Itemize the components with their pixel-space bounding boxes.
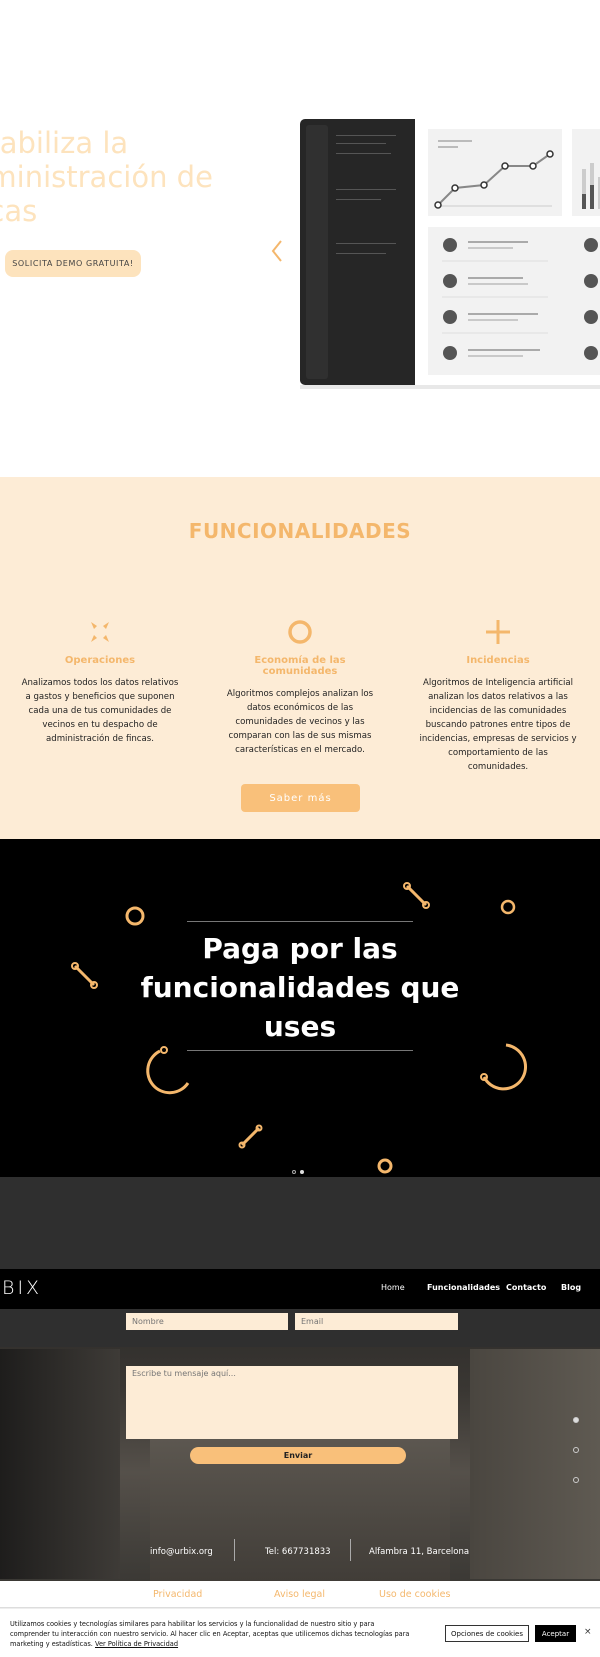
feature-description: Algoritmos de Inteligencia artificial an… xyxy=(419,678,577,772)
mockup-line-chart-card xyxy=(428,129,562,216)
footer-cookies-link[interactable]: Uso de cookies xyxy=(379,1589,450,1600)
feature-title: Operaciones xyxy=(64,655,136,666)
privacy-policy-link[interactable]: Ver Política de Privacidad xyxy=(95,1640,178,1648)
features-section: FUNCIONALIDADES Operaciones Analizamos t… xyxy=(0,477,600,839)
name-input[interactable] xyxy=(126,1313,288,1330)
cookie-message: Utilizamos cookies y tecnologías similar… xyxy=(10,1620,410,1648)
slide-dot[interactable] xyxy=(292,1170,296,1174)
line-chart-icon xyxy=(434,140,554,209)
close-icon[interactable]: × xyxy=(584,1627,592,1637)
feature-title: Economía de las comunidades xyxy=(254,655,346,677)
arc-decoration-icon xyxy=(480,1043,527,1091)
brand-logo[interactable]: BIX xyxy=(2,1277,42,1299)
contact-phone[interactable]: Tel: 667731833 xyxy=(265,1547,331,1557)
message-textarea[interactable] xyxy=(126,1366,458,1439)
feature-description: Algoritmos complejos analizan los datos … xyxy=(226,689,374,755)
ring-decoration-icon xyxy=(125,906,145,926)
request-demo-button[interactable]: SOLICITA DEMO GRATUITA! xyxy=(5,250,141,277)
divider-bottom xyxy=(187,1050,413,1051)
ring-icon xyxy=(288,620,312,644)
nav-contacto[interactable]: Contacto xyxy=(506,1283,546,1292)
slide-dot-active[interactable] xyxy=(300,1170,304,1174)
hero-section: ntabiliza la dministración de ncas SOLIC… xyxy=(0,0,600,477)
feature-title: Incidencias xyxy=(466,655,530,666)
slide-dots[interactable] xyxy=(292,1159,308,1177)
node-link-decoration-icon xyxy=(238,1124,263,1149)
scatter-x-icon xyxy=(91,622,109,642)
nav-home[interactable]: Home xyxy=(381,1283,405,1292)
mockup-sidebar xyxy=(300,119,415,385)
contact-section: Enviar info@urbix.org Tel: 667731833 Alf… xyxy=(0,1309,600,1581)
arc-decoration-icon xyxy=(146,1046,190,1095)
chevron-left-icon[interactable] xyxy=(270,238,284,264)
nav-blog[interactable]: Blog xyxy=(561,1283,581,1292)
list-rows-icon xyxy=(442,238,598,360)
cookie-banner: Utilizamos cookies y tecnologías similar… xyxy=(0,1608,600,1657)
dark-gray-band xyxy=(0,1177,600,1269)
features-title: FUNCIONALIDADES xyxy=(188,519,412,543)
section-dot-active[interactable] xyxy=(573,1417,579,1423)
feature-description: Analizamos todos los datos relativos a g… xyxy=(21,678,179,744)
footer-legal-link[interactable]: Aviso legal xyxy=(274,1589,325,1600)
email-input[interactable] xyxy=(295,1313,458,1330)
cookie-options-button[interactable]: Opciones de cookies xyxy=(445,1625,529,1642)
section-dot[interactable] xyxy=(573,1477,579,1483)
mockup-list-card xyxy=(428,227,600,375)
feature-incidencias: Incidencias Algoritmos de Inteligencia a… xyxy=(418,617,578,774)
divider-top xyxy=(187,921,413,922)
dashboard-mockup xyxy=(300,119,600,389)
feature-operaciones: Operaciones Analizamos todos los datos r… xyxy=(20,617,180,746)
plus-icon xyxy=(486,620,510,644)
bar-chart-icon xyxy=(582,163,600,209)
nav-funcionalidades[interactable]: Funcionalidades xyxy=(427,1283,500,1292)
learn-more-button[interactable]: Saber más xyxy=(241,784,360,812)
feature-economia: Economía de las comunidades Algoritmos c… xyxy=(220,617,380,757)
pricing-banner: Paga por las funcionalidades que uses xyxy=(0,839,600,1177)
footer-privacy-link[interactable]: Privacidad xyxy=(153,1589,202,1600)
cookie-text: Utilizamos cookies y tecnologías similar… xyxy=(10,1619,410,1649)
footer: Privacidad Aviso legal Uso de cookies xyxy=(0,1581,600,1608)
ring-decoration-icon xyxy=(377,1158,393,1174)
top-navigation: BIX Home Funcionalidades Contacto Blog xyxy=(0,1269,600,1309)
node-link-decoration-icon xyxy=(403,882,430,909)
hero-title: ntabiliza la dministración de ncas xyxy=(0,126,213,228)
send-button[interactable]: Enviar xyxy=(190,1447,406,1464)
contact-address: Alfambra 11, Barcelona xyxy=(369,1547,470,1557)
section-dot[interactable] xyxy=(573,1447,579,1453)
mockup-bar-chart-card xyxy=(572,129,600,216)
ring-decoration-icon xyxy=(500,899,516,915)
contact-email[interactable]: info@urbix.org xyxy=(150,1547,213,1557)
cookie-accept-button[interactable]: Aceptar xyxy=(535,1625,576,1642)
node-link-decoration-icon xyxy=(71,962,98,989)
